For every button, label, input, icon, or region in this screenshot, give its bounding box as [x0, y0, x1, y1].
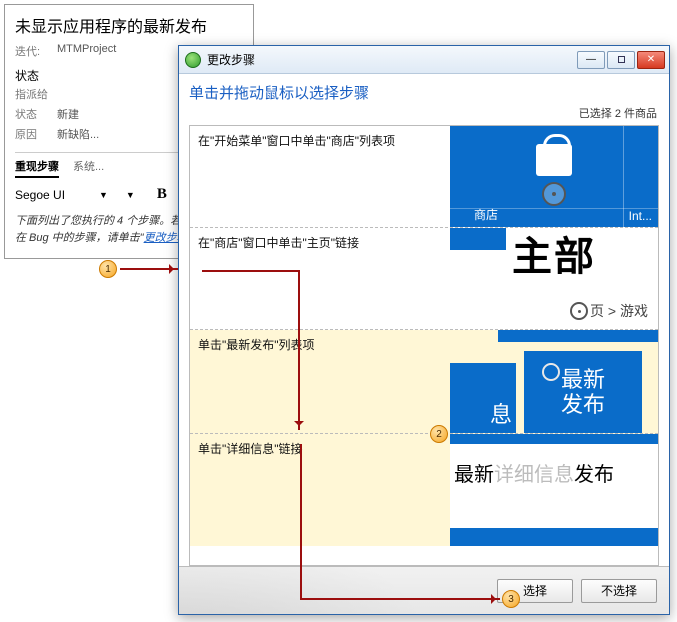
step-row[interactable]: 在"开始菜单"窗口中单击"商店"列表项 商店 Int...: [190, 126, 658, 228]
step-thumbnail: 商店 Int...: [450, 126, 658, 227]
step-thumbnail: 最新详细信息发布: [450, 434, 658, 546]
iteration-label: 迭代:: [15, 43, 51, 59]
font-family-dropdown[interactable]: Segoe UI: [15, 188, 93, 202]
callout-connector: [298, 272, 300, 430]
iteration-value: MTMProject: [57, 43, 116, 59]
thumb-line: 发布: [561, 392, 605, 417]
thumb-tile: 息: [450, 363, 516, 433]
callout-badge-1: 1: [99, 260, 117, 278]
step-thumbnail: 息 最新 发布: [450, 330, 658, 433]
change-steps-dialog: 更改步骤 — ✕ 单击并拖动鼠标以选择步骤 已选择 2 件商品 在"开始菜单"窗…: [178, 45, 670, 615]
chevron-down-icon[interactable]: ▼: [126, 190, 135, 200]
minimize-button[interactable]: —: [577, 51, 605, 69]
steps-list[interactable]: 在"开始菜单"窗口中单击"商店"列表项 商店 Int... 在"商店"窗口中单击…: [189, 125, 659, 566]
store-bag-icon: [536, 144, 572, 176]
dialog-heading: 单击并拖动鼠标以选择步骤: [189, 82, 659, 103]
thumb-label: 商店: [474, 206, 498, 223]
dialog-window-title: 更改步骤: [207, 51, 255, 68]
chevron-down-icon[interactable]: ▼: [99, 190, 108, 200]
step-text: 单击"最新发布"列表项: [190, 330, 450, 433]
reason-label: 原因: [15, 126, 51, 142]
footer-decor: [179, 567, 439, 614]
tab-system[interactable]: 系统...: [73, 158, 104, 178]
step-text: 单击"详细信息"链接: [190, 434, 450, 546]
reason-value[interactable]: 新缺陷...: [57, 126, 99, 142]
state-value[interactable]: 新建: [57, 106, 79, 122]
selection-summary: 已选择 2 件商品: [189, 105, 657, 121]
thumb-line: 最新: [561, 367, 605, 392]
step-row[interactable]: 单击"最新发布"列表项 息 最新 发布: [190, 330, 658, 434]
close-button[interactable]: ✕: [637, 51, 665, 69]
deselect-button[interactable]: 不选择: [581, 579, 657, 603]
tab-repro-steps[interactable]: 重现步骤: [15, 158, 59, 178]
thumb-bigtext: 主部: [512, 224, 596, 282]
target-icon: [542, 182, 566, 206]
callout-connector: [300, 444, 302, 600]
step-text: 在"商店"窗口中单击"主页"链接: [190, 228, 450, 329]
bug-title: 未显示应用程序的最新发布: [15, 13, 243, 37]
app-icon: [185, 52, 201, 68]
assigned-label: 指派给: [15, 86, 51, 102]
step-text: 在"开始菜单"窗口中单击"商店"列表项: [190, 126, 450, 227]
thumb-trail: 页 > 游戏: [590, 303, 648, 319]
callout-connector: [202, 270, 300, 272]
callout-badge-2: 2: [430, 425, 448, 443]
state-label: 状态: [15, 106, 51, 122]
bold-button[interactable]: B: [157, 186, 167, 203]
target-icon: [570, 302, 588, 320]
step-row[interactable]: 单击"详细信息"链接 最新详细信息发布: [190, 434, 658, 546]
callout-arrow-1: [120, 268, 178, 270]
maximize-button[interactable]: [607, 51, 635, 69]
thumb-label: Int...: [629, 209, 652, 223]
maximize-icon: [618, 56, 625, 63]
callout-connector: [300, 598, 500, 600]
target-icon: [542, 363, 560, 381]
thumb-text: 最新详细信息发布: [454, 458, 654, 487]
thumb-tile: 最新 发布: [524, 351, 642, 433]
step-thumbnail: 主部 页 > 游戏: [450, 228, 658, 329]
callout-badge-3: 3: [502, 590, 520, 608]
step-row[interactable]: 在"商店"窗口中单击"主页"链接 主部 页 > 游戏: [190, 228, 658, 330]
dialog-footer: 选择 不选择: [179, 566, 669, 614]
dialog-titlebar: 更改步骤 — ✕: [179, 46, 669, 74]
